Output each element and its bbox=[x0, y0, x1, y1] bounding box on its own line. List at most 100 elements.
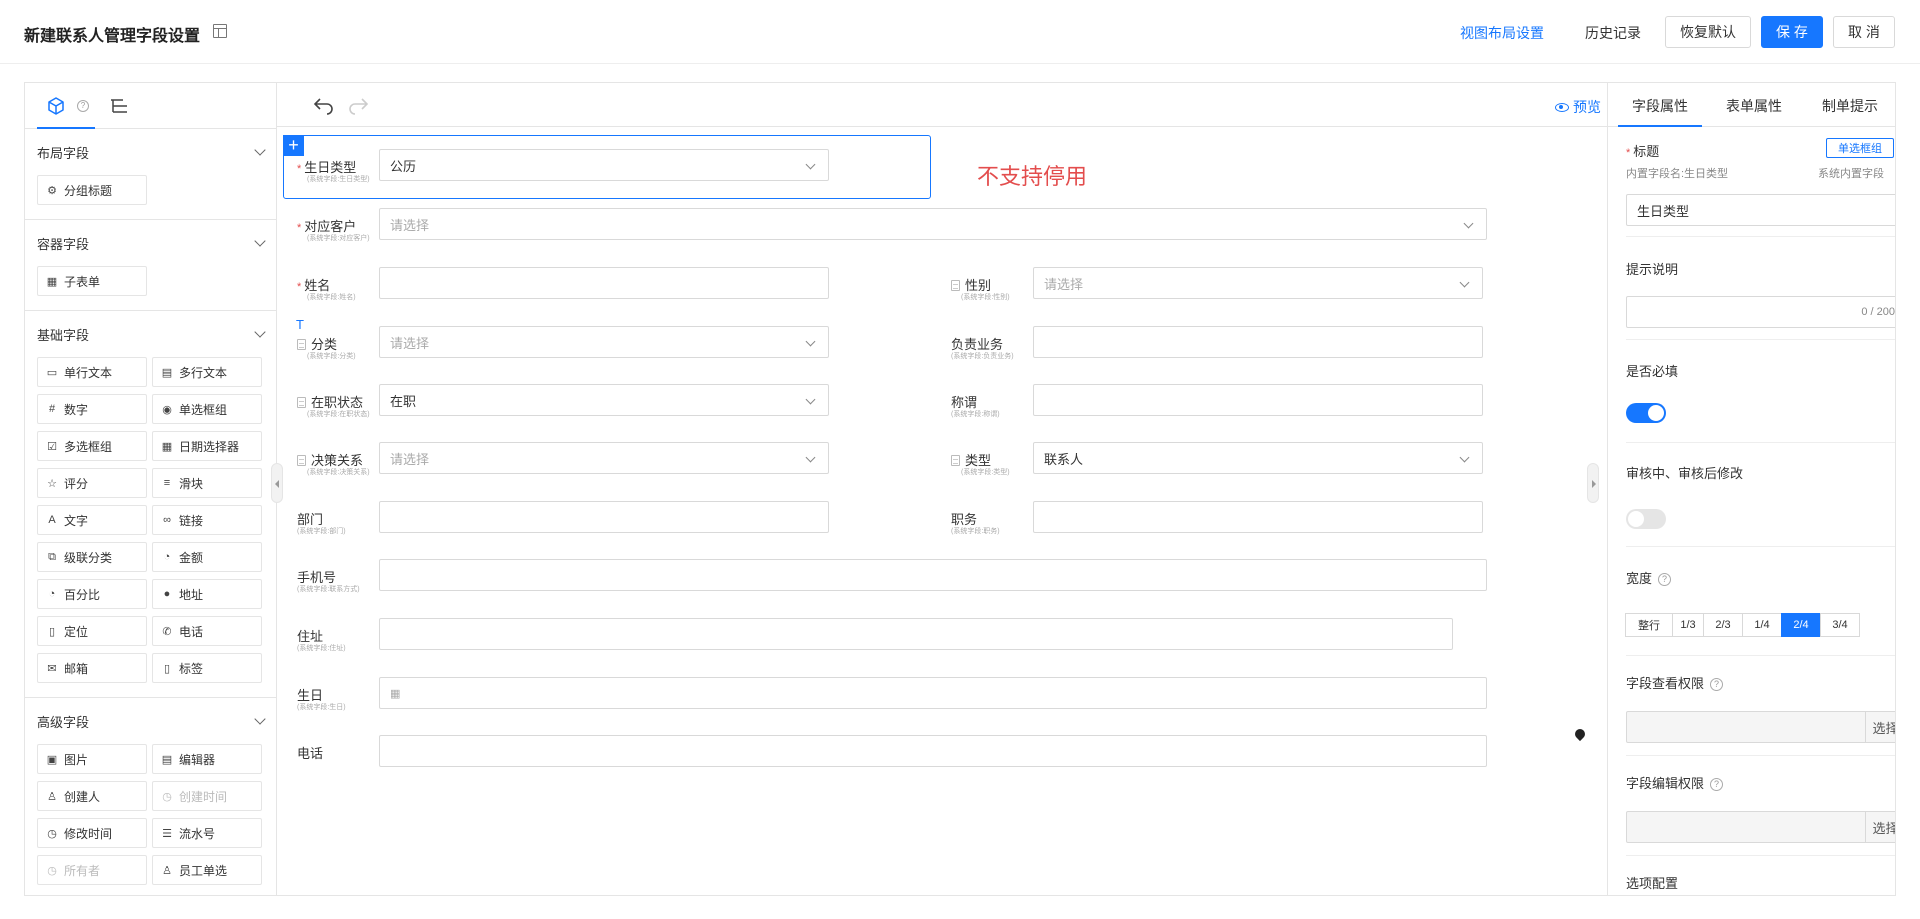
tab-field-properties[interactable]: 字段属性 bbox=[1632, 96, 1688, 116]
width-option[interactable]: 2/3 bbox=[1703, 613, 1743, 637]
input-mobile[interactable] bbox=[379, 559, 1487, 591]
palette-item[interactable]: ☑ 多选框组 bbox=[37, 431, 147, 461]
required-toggle[interactable] bbox=[1626, 403, 1666, 423]
save-button[interactable]: 保 存 bbox=[1761, 16, 1823, 48]
title-input[interactable]: 生日类型 bbox=[1626, 194, 1895, 226]
select-decision[interactable]: 请选择 bbox=[379, 442, 829, 474]
width-option[interactable]: 3/4 bbox=[1820, 613, 1860, 637]
width-segmented: 整行 1/3 2/3 1/4 2/4 3/4 bbox=[1625, 613, 1860, 637]
input-birthday[interactable]: ▦ bbox=[379, 677, 1487, 709]
palette-item[interactable]: ▤ 多行文本 bbox=[152, 357, 262, 387]
help-icon[interactable]: ? bbox=[1710, 778, 1724, 792]
hint-label: 提示说明 bbox=[1626, 262, 1679, 277]
palette-item[interactable]: ◔ 金额 bbox=[152, 542, 262, 572]
palette-item[interactable]: ● 地址 bbox=[152, 579, 262, 609]
palette-item[interactable]: ▦ 子表单 bbox=[37, 266, 147, 296]
palette-item[interactable]: ☆ 评分 bbox=[37, 468, 147, 498]
palette-item[interactable]: # 数字 bbox=[37, 394, 147, 424]
select-type[interactable]: 联系人 bbox=[1033, 442, 1483, 474]
width-label-text: 宽度 bbox=[1626, 571, 1653, 586]
palette-item[interactable]: ▦ 日期选择器 bbox=[152, 431, 262, 461]
select-status[interactable]: 在职 bbox=[379, 384, 829, 416]
palette-item[interactable]: ▭ 单行文本 bbox=[37, 357, 147, 387]
help-icon[interactable]: ? bbox=[1710, 678, 1724, 692]
width-option[interactable]: 整行 bbox=[1625, 613, 1673, 637]
palette-item[interactable]: ♙ 员工单选 bbox=[152, 855, 262, 885]
width-option[interactable]: 2/4 bbox=[1781, 613, 1821, 637]
help-icon[interactable]: ? bbox=[1658, 573, 1672, 587]
location-pin-icon[interactable] bbox=[1572, 726, 1588, 742]
title-label: * 标题 bbox=[1626, 144, 1660, 159]
chevron-down-icon bbox=[1463, 218, 1474, 229]
field-label-text: 生日类型 bbox=[304, 160, 357, 175]
section-header[interactable]: 布局字段 bbox=[25, 129, 276, 175]
field-system-name: (系统字段:职务) bbox=[951, 528, 1000, 535]
palette-item[interactable]: ♙ 创建人 bbox=[37, 781, 147, 811]
edit-permission-input[interactable]: 选择 bbox=[1626, 811, 1895, 843]
field-system-name: (系统字段:生日类型) bbox=[307, 176, 370, 183]
palette-item[interactable]: ◷ 所有者 bbox=[37, 855, 147, 885]
chevron-down-icon bbox=[805, 336, 816, 347]
palette-item[interactable]: ⧉ 级联分类 bbox=[37, 542, 147, 572]
width-option[interactable]: 1/3 bbox=[1672, 613, 1704, 637]
field-system-name: (系统字段:对应客户) bbox=[307, 235, 370, 242]
undo-icon[interactable] bbox=[313, 95, 335, 115]
view-permission-select-button[interactable]: 选择 bbox=[1865, 712, 1895, 742]
palette-item[interactable]: ▣ 图片 bbox=[37, 744, 147, 774]
collapse-right-handle[interactable] bbox=[1587, 463, 1599, 503]
history-link[interactable]: 历史记录 bbox=[1585, 23, 1641, 43]
input-address[interactable] bbox=[379, 618, 1453, 650]
view-permission-input[interactable]: 选择 bbox=[1626, 711, 1895, 743]
edit-permission-select-button[interactable]: 选择 bbox=[1865, 812, 1895, 842]
input-business[interactable] bbox=[1033, 326, 1483, 358]
input-position[interactable] bbox=[1033, 501, 1483, 533]
palette-item[interactable]: ∞ 链接 bbox=[152, 505, 262, 535]
input-name[interactable] bbox=[379, 267, 829, 299]
palette-item[interactable]: ◔ 百分比 bbox=[37, 579, 147, 609]
divider bbox=[1626, 655, 1895, 656]
tab-form-tips[interactable]: 制单提示 bbox=[1822, 96, 1878, 116]
preview-button[interactable]: 预览 bbox=[1555, 97, 1601, 117]
layout-icon[interactable] bbox=[213, 24, 227, 38]
palette-item[interactable]: ☰ 流水号 bbox=[152, 818, 262, 848]
cube-icon[interactable] bbox=[47, 97, 65, 115]
cancel-button[interactable]: 取 消 bbox=[1833, 16, 1895, 48]
chevron-down-icon[interactable] bbox=[254, 144, 266, 156]
select-customer[interactable]: 请选择 bbox=[379, 208, 1487, 240]
redo-icon[interactable] bbox=[347, 95, 369, 115]
select-birthday_type[interactable]: 公历 bbox=[379, 149, 829, 181]
input-title_field[interactable] bbox=[1033, 384, 1483, 416]
palette-item[interactable]: ▯ 定位 bbox=[37, 616, 147, 646]
chevron-down-icon[interactable] bbox=[254, 713, 266, 725]
review-edit-toggle[interactable] bbox=[1626, 509, 1666, 529]
width-option[interactable]: 1/4 bbox=[1742, 613, 1782, 637]
chevron-down-icon[interactable] bbox=[254, 326, 266, 338]
palette-item[interactable]: ▤ 编辑器 bbox=[152, 744, 262, 774]
select-category[interactable]: 请选择 bbox=[379, 326, 829, 358]
select-gender[interactable]: 请选择 bbox=[1033, 267, 1483, 299]
tab-form-properties[interactable]: 表单属性 bbox=[1726, 96, 1782, 116]
palette-item[interactable]: ▯ 标签 bbox=[152, 653, 262, 683]
palette-item[interactable]: ◷ 创建时间 bbox=[152, 781, 262, 811]
hint-input[interactable]: 0 / 200 bbox=[1626, 296, 1895, 328]
tree-icon[interactable] bbox=[109, 97, 129, 115]
section-header[interactable]: 基础字段 bbox=[25, 311, 276, 357]
section-header[interactable]: 容器字段 bbox=[25, 220, 276, 266]
palette-item[interactable]: ≡ 滑块 bbox=[152, 468, 262, 498]
palette-item[interactable]: ✆ 电话 bbox=[152, 616, 262, 646]
field-label-text: 职务 bbox=[951, 512, 978, 527]
palette-item[interactable]: ✉ 邮箱 bbox=[37, 653, 147, 683]
chevron-down-icon[interactable] bbox=[254, 235, 266, 247]
help-icon[interactable]: ? bbox=[77, 100, 89, 112]
add-field-button[interactable]: + bbox=[283, 135, 304, 156]
view-layout-link[interactable]: 视图布局设置 bbox=[1460, 23, 1544, 43]
palette-item[interactable]: ⚙ 分组标题 bbox=[37, 175, 147, 205]
input-dept[interactable] bbox=[379, 501, 829, 533]
palette-item[interactable]: ◉ 单选框组 bbox=[152, 394, 262, 424]
palette-item[interactable]: ◷ 修改时间 bbox=[37, 818, 147, 848]
input-phone[interactable] bbox=[379, 735, 1487, 767]
section-header[interactable]: 高级字段 bbox=[25, 698, 276, 744]
palette-item[interactable]: A 文字 bbox=[37, 505, 147, 535]
restore-default-button[interactable]: 恢复默认 bbox=[1665, 16, 1751, 48]
palette-item-label: 创建人 bbox=[64, 789, 101, 804]
